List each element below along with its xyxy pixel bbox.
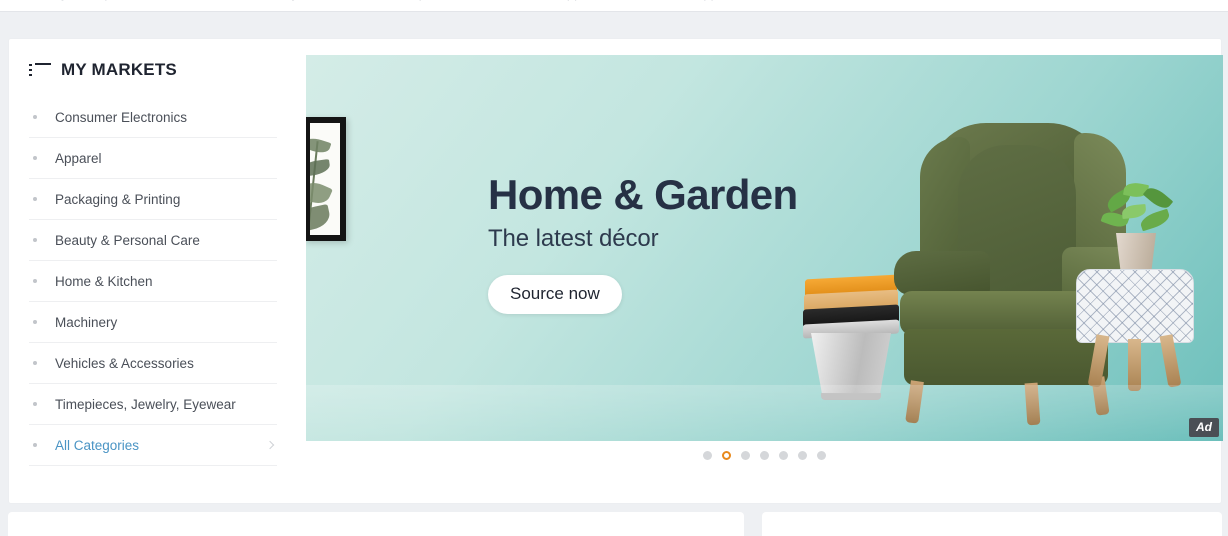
main-content-card: MY MARKETS Consumer Electronics Apparel … <box>8 38 1223 504</box>
top-nav-item[interactable]: Help Center <box>399 0 468 1</box>
floor-reflection <box>306 385 1223 441</box>
bullet-icon <box>33 197 37 201</box>
sidebar-item-all-categories[interactable]: All Categories <box>29 425 277 466</box>
chevron-right-icon <box>265 440 275 450</box>
top-nav-item[interactable]: Ready to Ship <box>30 0 112 1</box>
bullet-icon <box>33 279 37 283</box>
bullet-icon <box>33 443 37 447</box>
side-table-plant-decor <box>1076 181 1196 391</box>
carousel-dot-3[interactable] <box>741 451 750 460</box>
carousel-dot-5[interactable] <box>779 451 788 460</box>
top-nav-strip: Ready to Ship Trade Shows Buyer Central … <box>0 0 1228 12</box>
page-background: MY MARKETS Consumer Electronics Apparel … <box>0 12 1228 536</box>
top-nav-item[interactable]: Trade Shows <box>156 0 232 1</box>
top-nav-item[interactable]: Become a Supplier <box>625 0 735 1</box>
sidebar-item-packaging-printing[interactable]: Packaging & Printing <box>29 179 277 220</box>
ad-badge: Ad <box>1189 418 1219 437</box>
list-icon <box>29 62 51 78</box>
sidebar-item-consumer-electronics[interactable]: Consumer Electronics <box>29 97 277 138</box>
bullet-icon <box>33 320 37 324</box>
top-nav-item[interactable]: Get the App <box>513 0 582 1</box>
sidebar-item-vehicles-accessories[interactable]: Vehicles & Accessories <box>29 343 277 384</box>
hero-banner-slide[interactable]: Home & Garden The latest décor Source no… <box>306 55 1223 441</box>
bottom-card-left[interactable] <box>8 512 744 536</box>
sidebar-item-label: Apparel <box>55 150 102 166</box>
sidebar-item-timepieces-jewelry-eyewear[interactable]: Timepieces, Jewelry, Eyewear <box>29 384 277 425</box>
bottom-card-right[interactable] <box>762 512 1222 536</box>
sidebar-item-label: Home & Kitchen <box>55 273 153 289</box>
bullet-icon <box>33 361 37 365</box>
market-list: Consumer Electronics Apparel Packaging &… <box>29 97 277 466</box>
hero-text-block: Home & Garden The latest décor Source no… <box>488 171 798 315</box>
my-markets-sidebar: MY MARKETS Consumer Electronics Apparel … <box>9 39 297 503</box>
carousel-dot-1[interactable] <box>703 451 712 460</box>
sidebar-item-label: All Categories <box>55 437 140 453</box>
bullet-icon <box>33 156 37 160</box>
sidebar-item-label: Vehicles & Accessories <box>55 355 194 371</box>
carousel-dot-7[interactable] <box>817 451 826 460</box>
hero-subtitle: The latest décor <box>488 225 659 253</box>
carousel-dot-2[interactable] <box>722 451 731 460</box>
top-nav-item[interactable]: Buyer Central <box>276 0 355 1</box>
sidebar-item-label: Timepieces, Jewelry, Eyewear <box>55 396 236 412</box>
sidebar-header: MY MARKETS <box>29 53 277 87</box>
top-nav-items: Ready to Ship Trade Shows Buyer Central … <box>0 0 735 1</box>
sidebar-item-label: Beauty & Personal Care <box>55 232 200 248</box>
sidebar-item-label: Packaging & Printing <box>55 191 181 207</box>
carousel-dots <box>306 451 1223 460</box>
sidebar-item-label: Machinery <box>55 314 118 330</box>
sidebar-item-apparel[interactable]: Apparel <box>29 138 277 179</box>
sidebar-item-machinery[interactable]: Machinery <box>29 302 277 343</box>
carousel-dot-4[interactable] <box>760 451 769 460</box>
bullet-icon <box>33 402 37 406</box>
sidebar-item-home-kitchen[interactable]: Home & Kitchen <box>29 261 277 302</box>
below-fold-cards <box>8 512 1222 536</box>
framed-artwork-decor <box>306 117 346 241</box>
sidebar-item-beauty-personal-care[interactable]: Beauty & Personal Care <box>29 220 277 261</box>
sidebar-item-label: Consumer Electronics <box>55 109 188 125</box>
hero-carousel: Home & Garden The latest décor Source no… <box>306 55 1223 495</box>
carousel-dot-6[interactable] <box>798 451 807 460</box>
sidebar-title: MY MARKETS <box>61 60 177 79</box>
bullet-icon <box>33 115 37 119</box>
bullet-icon <box>33 238 37 242</box>
source-now-button[interactable]: Source now <box>488 275 622 315</box>
hero-title: Home & Garden <box>488 171 798 218</box>
